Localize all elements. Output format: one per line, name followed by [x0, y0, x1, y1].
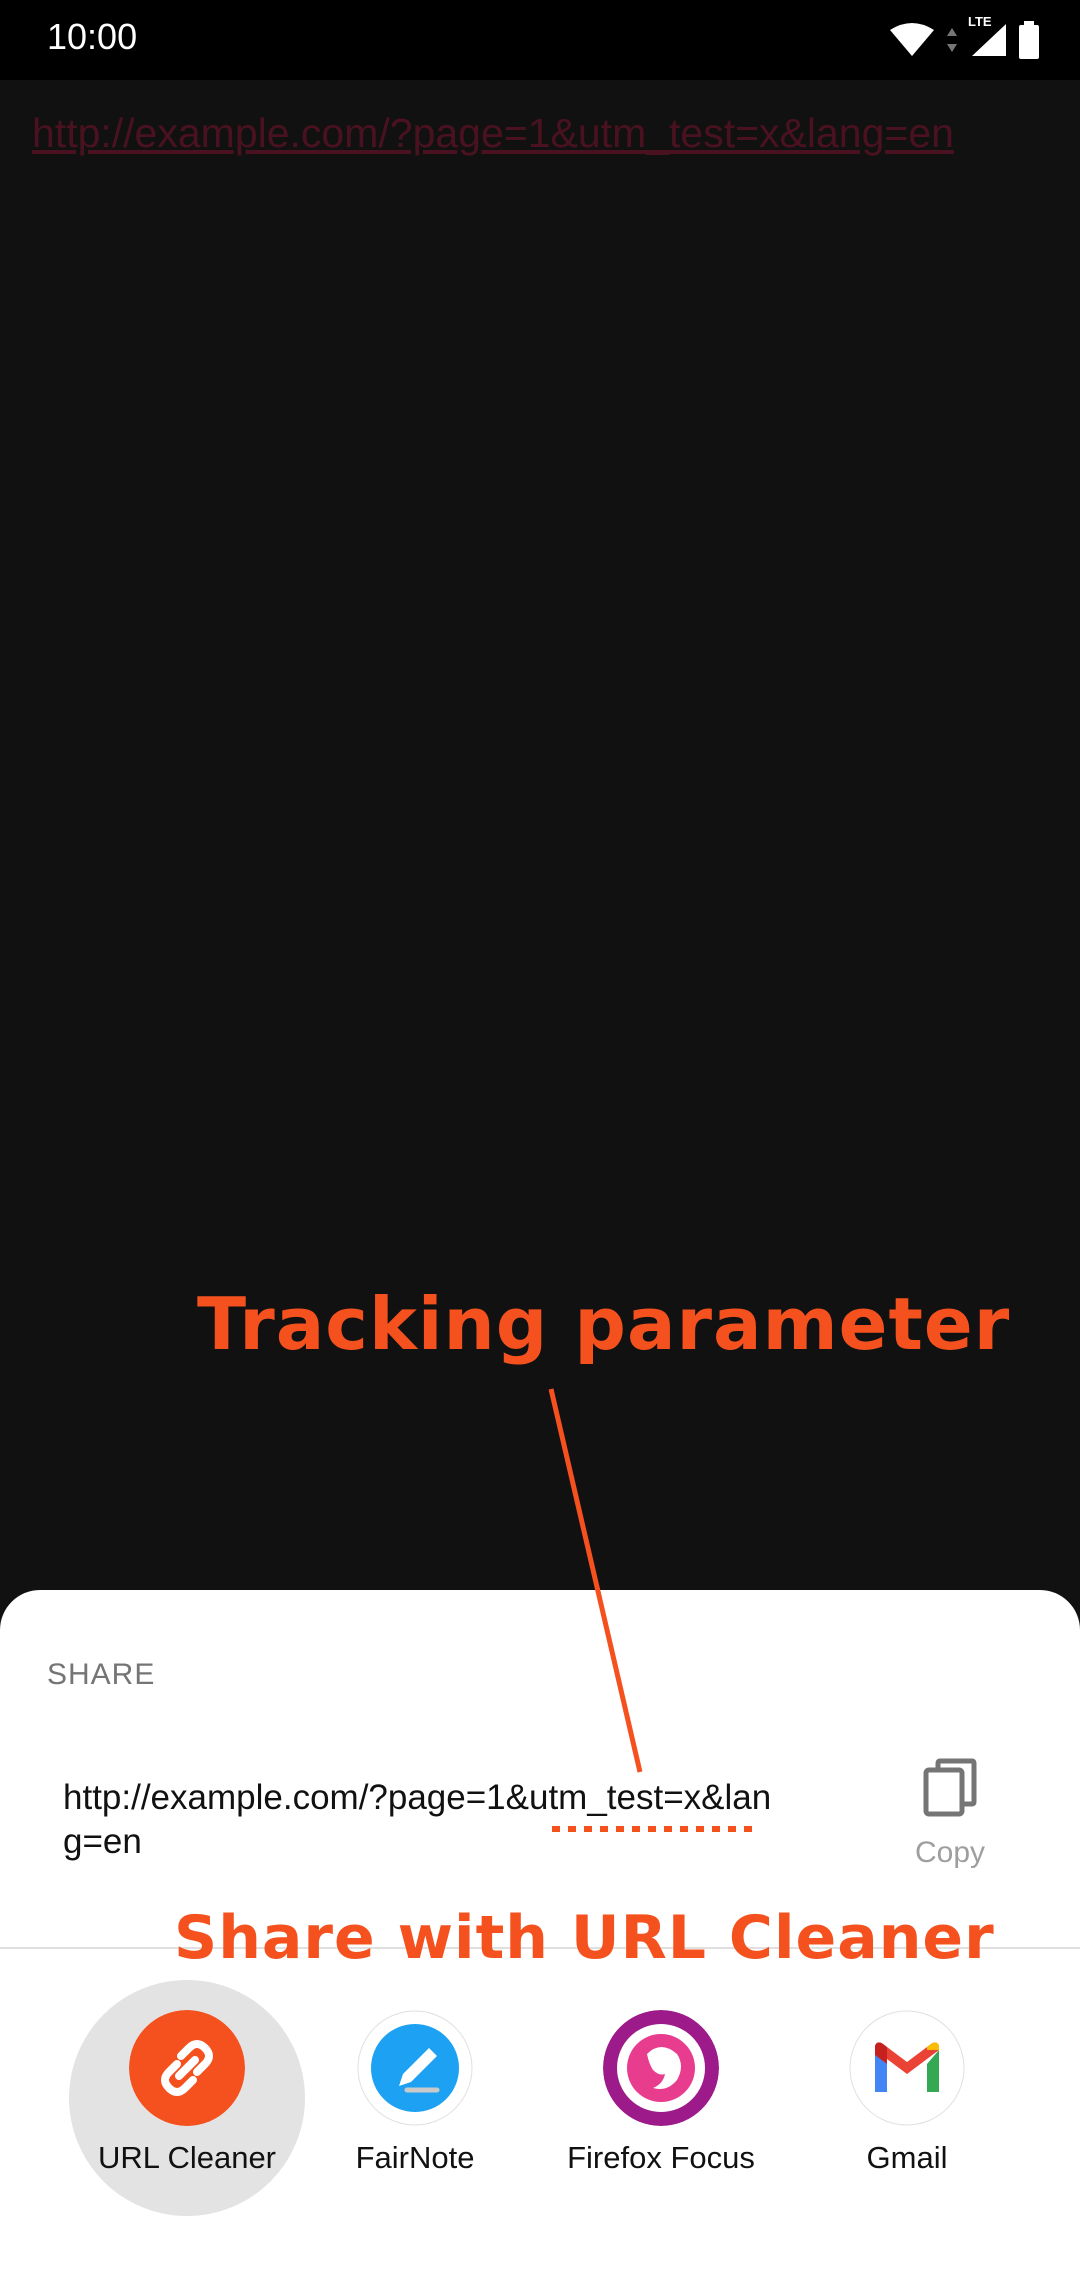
copy-button[interactable]: Copy	[898, 1758, 1002, 1878]
page-link[interactable]: http://example.com/?page=1&utm_test=x&la…	[32, 110, 954, 157]
link-icon	[129, 2010, 245, 2126]
share-target-gmail[interactable]: Gmail	[802, 2010, 1012, 2250]
cell-signal-icon: LTE	[968, 14, 1008, 58]
firefox-focus-icon	[603, 2010, 719, 2126]
battery-icon	[1019, 21, 1039, 59]
app-label: FairNote	[355, 2140, 475, 2175]
status-time: 10:00	[47, 16, 138, 57]
pencil-icon	[357, 2010, 473, 2126]
copy-icon	[923, 1758, 977, 1817]
app-label: URL Cleaner	[97, 2140, 277, 2175]
share-with-annotation: Share with URL Cleaner	[174, 1903, 995, 1973]
tracking-parameter-annotation: Tracking parameter	[197, 1282, 1011, 1366]
share-target-url-cleaner[interactable]: URL Cleaner	[69, 1980, 305, 2250]
share-title: SHARE	[47, 1658, 156, 1691]
status-bar: 10:00 LTE	[0, 0, 1080, 80]
gmail-icon	[849, 2010, 965, 2126]
share-target-firefox-focus[interactable]: Firefox Focus	[556, 2010, 766, 2250]
app-label: Gmail	[866, 2140, 948, 2175]
share-target-fairnote[interactable]: FairNote	[310, 2010, 520, 2250]
data-activity-icon	[947, 28, 957, 52]
app-label: Firefox Focus	[567, 2140, 755, 2175]
share-targets: URL Cleaner FairNote Firefox Focus Gmail	[0, 1980, 1080, 2250]
copy-label: Copy	[914, 1836, 986, 1869]
shared-url: http://example.com/?page=1&utm_test=x&la…	[63, 1778, 772, 1861]
wifi-icon	[890, 23, 934, 56]
status-icons: LTE	[888, 14, 1040, 62]
